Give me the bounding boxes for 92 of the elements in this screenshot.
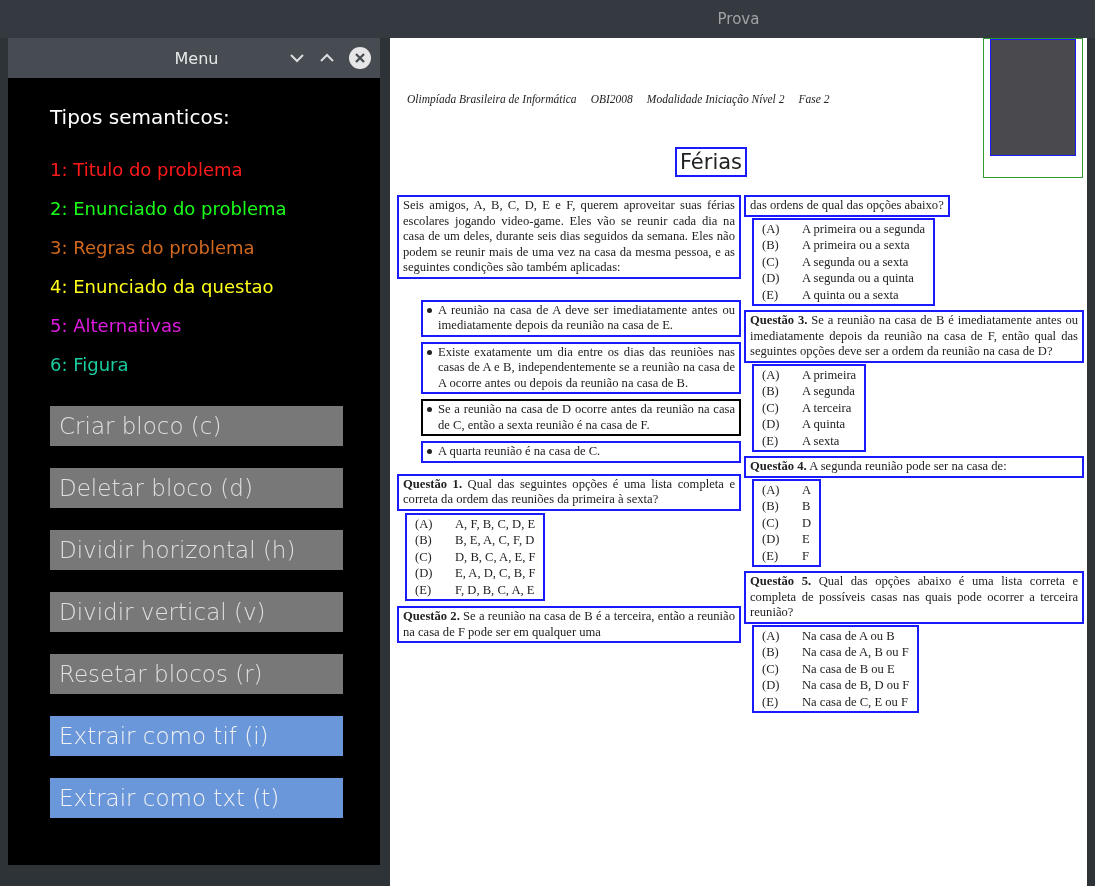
legend-item: 4: Enunciado da questao (50, 275, 274, 299)
problem-title-block[interactable]: Férias (674, 147, 748, 177)
text-block[interactable]: Questão 4. A segunda reunião pode ser na casa de: (744, 456, 1084, 478)
option-label: (B) (762, 644, 780, 661)
option-text: A (802, 481, 812, 498)
chevron-down-icon[interactable] (289, 53, 305, 63)
option-text: A primeira ou a segunda (802, 220, 926, 237)
option-text: Na casa de A, B ou F (802, 644, 909, 661)
option-text: E (802, 531, 810, 548)
option-text: F (802, 547, 809, 564)
option-text: A primeira (802, 366, 857, 383)
option-label: (A) (762, 366, 781, 383)
option-label: (D) (762, 416, 781, 433)
text-block[interactable]: Questão 3. Se a reunião na casa de B é imediatamente antes ou imediatamente depois da reunião na casa de F, então qual das seguintes opções deve ser a ordem da reunião na casa de D? (744, 310, 1084, 363)
text-block[interactable]: das ordens de qual das opções abaixo? (744, 195, 950, 217)
rule-block[interactable]: Se a reunião na casa de D ocorre antes da reunião na casa de C, então a sexta reunião é na casa de F. (421, 399, 741, 436)
rule-block[interactable]: Existe exatamente um dia entre os dias das reuniões nas casas de A e B, independentemente se a reunião na casa de A ocorre antes ou depois da reunião na casa de B. (421, 341, 741, 394)
option-text: D (802, 514, 812, 531)
menu-title: Menu (173, 48, 220, 68)
option-label: (C) (762, 253, 780, 270)
option-label: (A) (762, 481, 781, 498)
option-label: (C) (762, 514, 780, 531)
option-label: (D) (762, 531, 781, 548)
options-block[interactable]: (A) A, F, B, C, D, E (B) B, E, A, C, F, D (C) D, B, C, A, E, F (D) E, A, D, C, B, F (E) F, D, B, C, A, E (405, 512, 546, 601)
option-text: A segunda (802, 383, 855, 400)
text-block[interactable]: Questão 5. Qual das opções abaixo é uma lista correta e completa de possíveis casas nas quais pode ocorrer a terceira reunião? (744, 571, 1084, 624)
option-label: (E) (762, 547, 780, 564)
option-label: (B) (762, 498, 780, 515)
close-icon[interactable] (349, 47, 371, 69)
page-thumbnail[interactable] (983, 38, 1083, 178)
rule-text: Se a reunião na casa de D ocorre antes da reunião na casa de C, então a sexta reunião é na casa de F. (438, 402, 735, 433)
legend-item: 5: Alternativas (50, 314, 182, 338)
option-label: (A) (762, 220, 781, 237)
options-block[interactable]: (A) Na casa de A ou B (B) Na casa de A, B ou F (C) Na casa de B ou E (D) Na casa de B, D ou F (E) Na casa de C, E ou F (752, 624, 920, 713)
option-label: (D) (762, 270, 781, 287)
window-title: Prova (717, 10, 760, 28)
option-text: A segunda ou a sexta (802, 253, 909, 270)
option-label: (E) (762, 432, 780, 449)
bullet-icon (427, 449, 432, 454)
option-label: (D) (762, 677, 781, 694)
legend-item: 2: Enunciado do problema (50, 197, 287, 221)
option-label: (B) (762, 237, 780, 254)
bullet-icon (427, 349, 432, 355)
option-text: F, D, B, C, A, E (455, 581, 535, 598)
option-label: (E) (762, 693, 780, 710)
rule-text: Existe exatamente um dia entre os dias das reuniões nas casas de A e B, independentemente se a reunião na casa de A ocorre antes ou depois da reunião na casa de B. (438, 344, 735, 391)
options-block[interactable]: (A) A primeira ou a segunda (B) A primeira ou a sexta (C) A segunda ou a sexta (D) A segunda ou a quinta (E) A quinta ou a sexta (752, 217, 936, 306)
option-text: A quinta (802, 416, 846, 433)
options-block[interactable]: (A) A primeira (B) A segunda (C) A terceira (D) A quinta (E) A sexta (752, 363, 867, 452)
option-text: A terceira (802, 399, 852, 416)
option-text: A primeira ou a sexta (802, 237, 910, 254)
option-label: (A) (415, 515, 434, 532)
option-label: (C) (415, 548, 433, 565)
option-text: B (802, 498, 811, 515)
rule-text: A reunião na casa de A deve ser imediatamente antes ou imediatamente depois da reunião na casa de E. (438, 302, 735, 334)
option-label: (E) (415, 581, 433, 598)
option-label: (C) (762, 399, 780, 416)
bullet-icon (427, 307, 432, 313)
text-block[interactable]: Questão 2. Se a reunião na casa de B é a terceira, então a reunião na casa de F pode ser em qualquer uma (397, 606, 741, 643)
page-header-text: Olimpíada Brasileira de Informática (407, 93, 577, 105)
option-label: (B) (762, 383, 780, 400)
option-label: (A) (762, 627, 781, 644)
text-block[interactable]: Questão 1. Qual das seguintes opções é uma lista completa e correta da ordem das reuniões da primeira à sexta? (397, 473, 741, 511)
option-label: (D) (415, 565, 434, 582)
page-header-text: Fase 2 (798, 93, 830, 105)
bullet-icon (427, 407, 432, 412)
option-text: Na casa de C, E ou F (802, 693, 908, 710)
rule-block[interactable]: A reunião na casa de A deve ser imediatamente antes ou imediatamente depois da reunião na casa de E. (421, 299, 741, 337)
option-text: A, F, B, C, D, E (455, 515, 536, 532)
option-text: A segunda ou a quinta (802, 270, 914, 287)
option-text: D, B, C, A, E, F (455, 548, 536, 565)
rule-text: A quarta reunião é na casa de C. (438, 444, 601, 460)
chevron-up-icon[interactable] (319, 53, 335, 63)
legend-item: 1: Titulo do problema (50, 158, 243, 182)
option-text: E, A, D, C, B, F (455, 565, 536, 582)
option-label: (B) (415, 532, 433, 549)
option-label: (E) (762, 286, 780, 303)
legend-heading: Tipos semanticos: (50, 104, 231, 131)
text-block[interactable]: Seis amigos, A, B, C, D, E e F, querem aproveitar suas férias escolares jogando video-game. Eles vão se reunir cada dia na casa de um deles, durante seis dias seguidos da semana. Eles não podem se reunir mais de uma vez na casa da mesma pessoa, e as seguintes condições são também aplicadas: (397, 195, 741, 279)
page-header-text: Modalidade Iniciação Nível 2 (646, 93, 785, 105)
option-text: Na casa de A ou B (802, 627, 895, 644)
option-text: A quinta ou a sexta (802, 286, 899, 303)
rule-block[interactable]: A quarta reunião é na casa de C. (421, 441, 741, 463)
option-text: Na casa de B ou E (802, 660, 895, 677)
option-text: Na casa de B, D ou F (802, 677, 910, 694)
option-text: A sexta (802, 432, 840, 449)
option-label: (C) (762, 660, 780, 677)
option-text: B, E, A, C, F, D (455, 532, 535, 549)
page-header-text: OBI2008 (590, 93, 633, 105)
legend-item: 3: Regras do problema (50, 236, 255, 260)
legend-item: 6: Figura (50, 353, 129, 377)
options-block[interactable]: (A) A (B) B (C) D (D) E (E) F (752, 478, 822, 567)
